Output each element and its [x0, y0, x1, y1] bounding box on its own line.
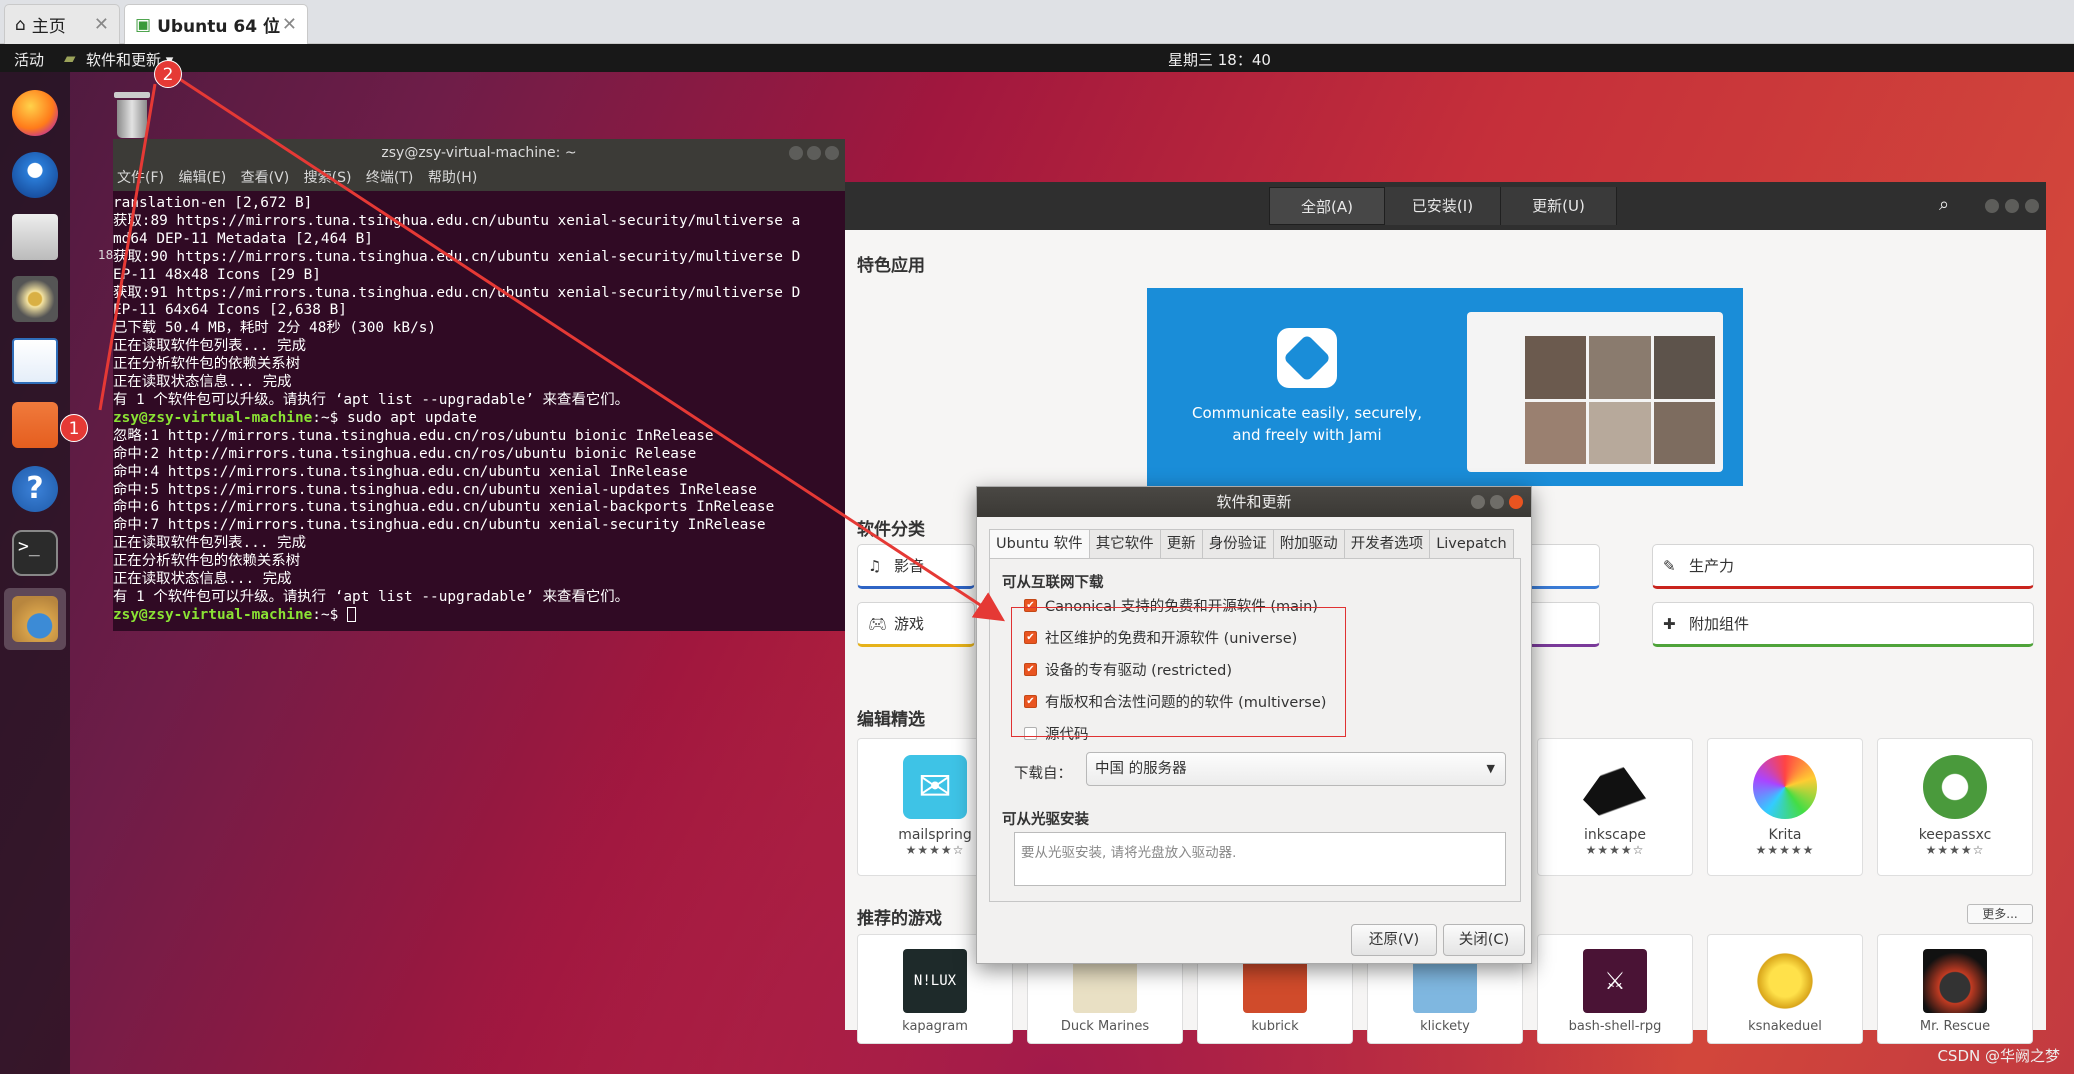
tab-home[interactable]: ⌂ 主页 ✕ — [4, 4, 120, 44]
annotation-arrows — [98, 74, 1006, 622]
watermark: CSDN @华阙之梦 — [1937, 1047, 2060, 1065]
arrow-line-1 — [98, 83, 157, 411]
tab-vm-label: Ubuntu 64 位 — [157, 17, 280, 37]
arrow-line-2 — [174, 74, 1006, 622]
ubuntu-desktop: 活动 ▰ 软件和更新 ▾ 星期三 18：40 ? >_ 18 zsy@zsy-v… — [0, 44, 2074, 1074]
close-icon[interactable]: ✕ — [94, 14, 109, 35]
vm-icon: ▣ — [135, 14, 152, 35]
tab-ubuntu-vm[interactable]: ▣ Ubuntu 64 位 ✕ — [124, 4, 308, 44]
close-icon[interactable]: ✕ — [282, 14, 297, 35]
tab-home-label: 主页 — [31, 17, 66, 37]
host-tab-bar: ⌂ 主页 ✕ ▣ Ubuntu 64 位 ✕ — [0, 0, 2074, 44]
home-icon: ⌂ — [15, 14, 26, 35]
annotation-badge-2: 2 — [154, 60, 182, 88]
annotation-badge-1: 1 — [60, 414, 88, 442]
